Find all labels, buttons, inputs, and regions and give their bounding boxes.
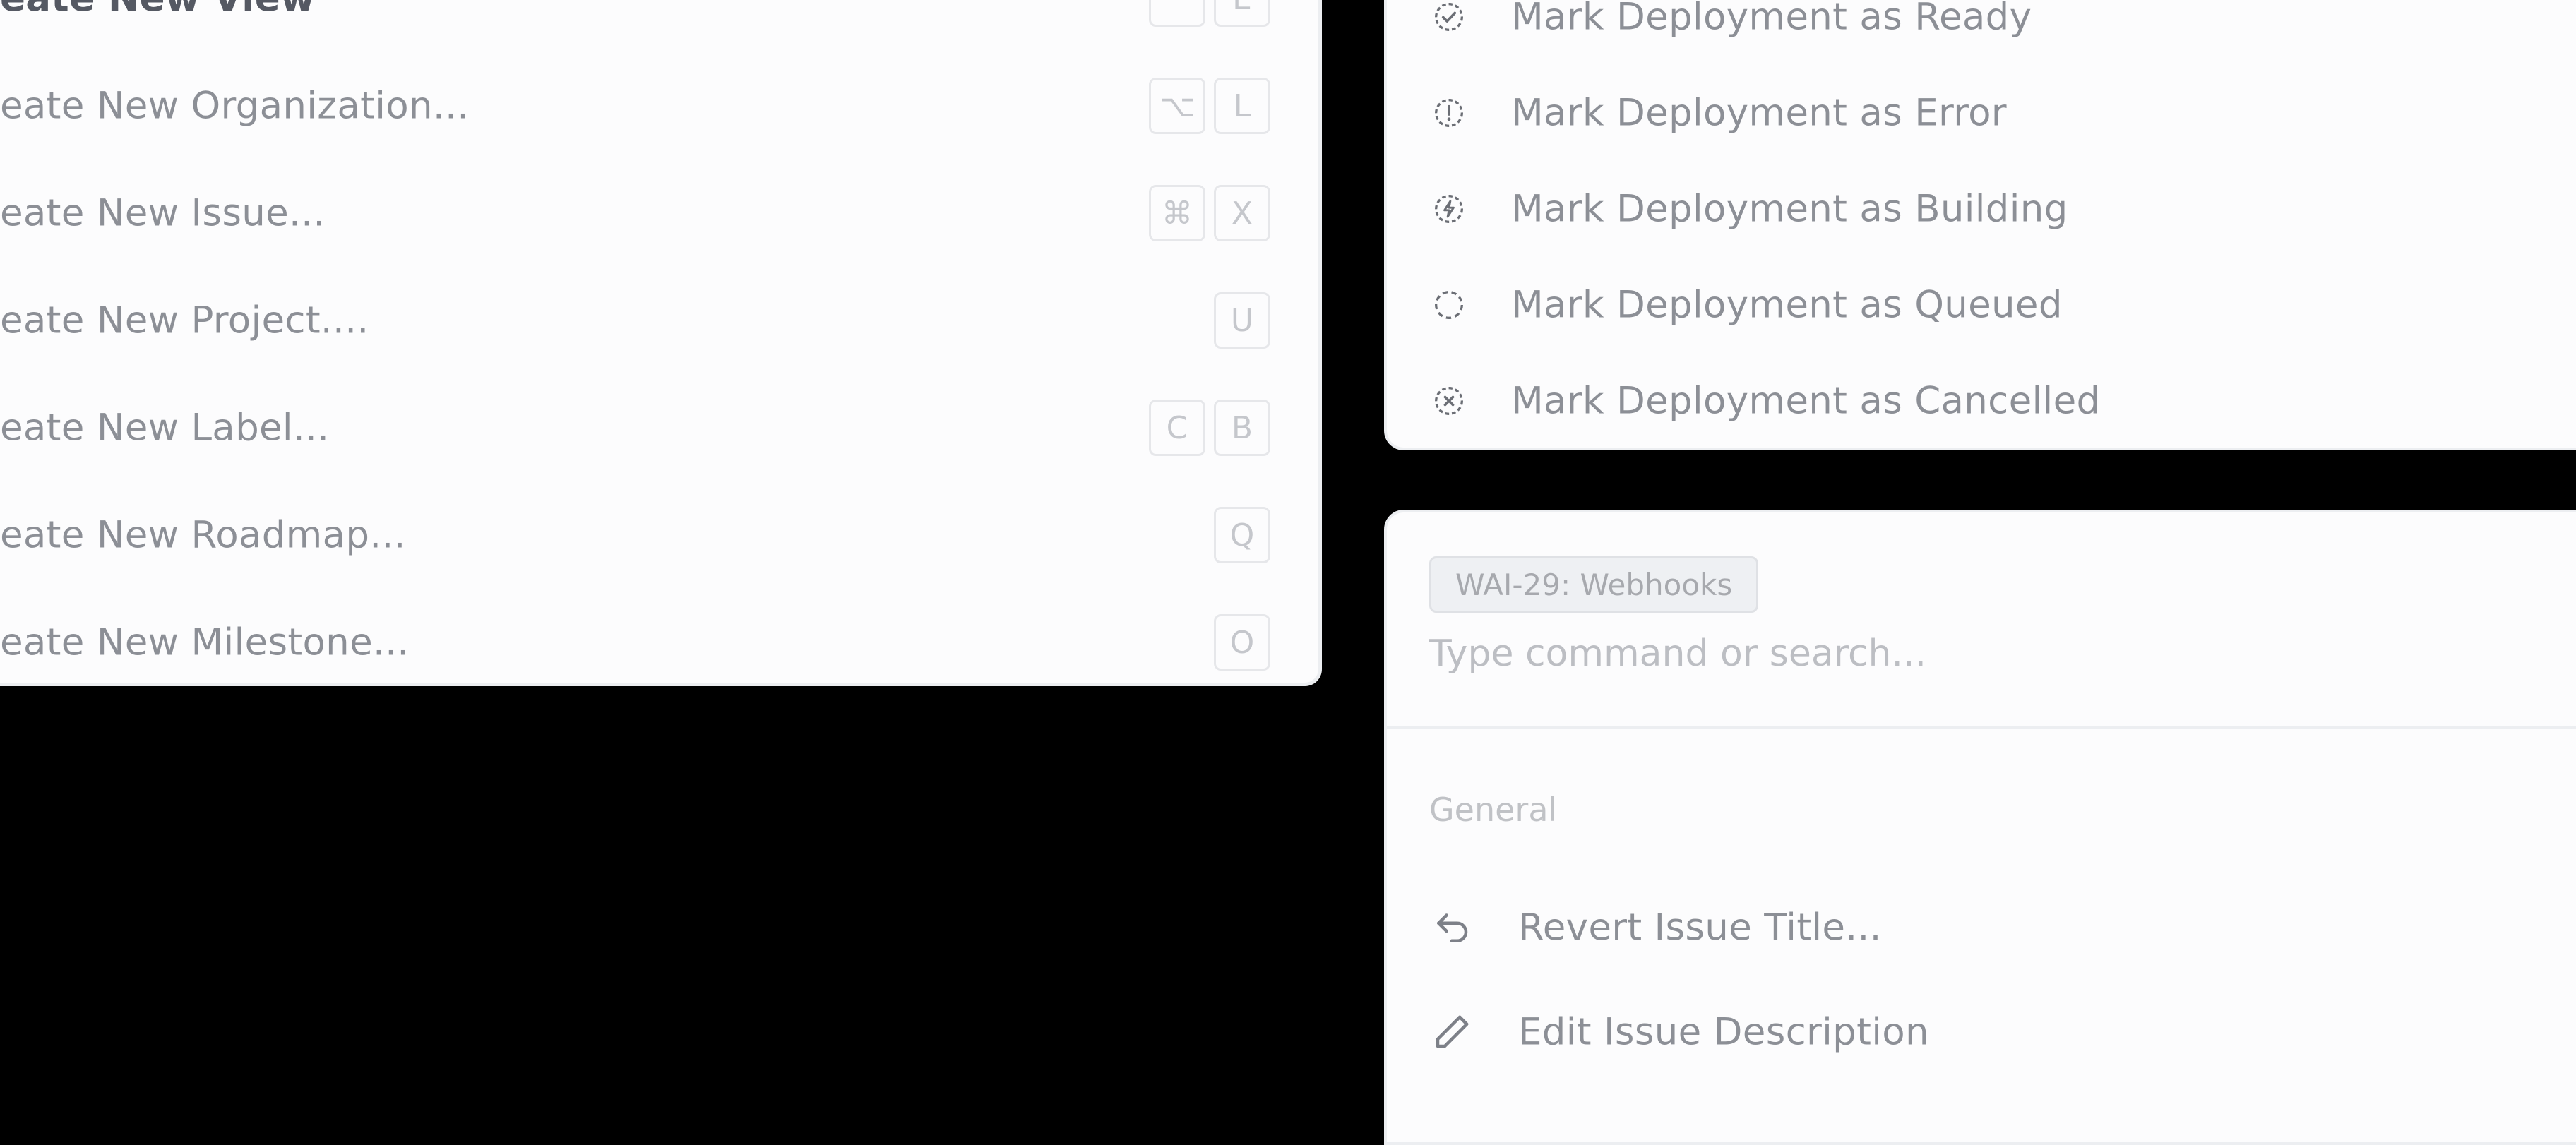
menu-item-label: eate New Issue... (0, 191, 326, 235)
shortcut-key: X (1214, 185, 1270, 241)
shortcut-key: ⌥ (1149, 78, 1205, 134)
shortcut-key: E (1214, 0, 1270, 27)
menu-item-label: Mark Deployment as Queued (1511, 283, 2063, 327)
command-search-input[interactable] (1429, 633, 2488, 675)
shortcut-key: L (1214, 78, 1270, 134)
shortcut-keys: U (1214, 292, 1270, 349)
shortcut-key: ⌘ (1149, 185, 1205, 241)
menu-item-label: Mark Deployment as Ready (1511, 0, 2032, 39)
menu-item-label: Revert Issue Title... (1518, 906, 1882, 949)
menu-item-label: Mark Deployment as Cancelled (1511, 379, 2101, 423)
shortcut-key: B (1214, 400, 1270, 456)
menu-item-label: eate New Milestone... (0, 621, 410, 664)
menu-item-mark-queued[interactable]: Mark Deployment as Queued (1387, 257, 2576, 353)
shortcut-keys: C B (1149, 400, 1270, 456)
shortcut-keys: E (1149, 0, 1270, 27)
check-circle-icon (1435, 3, 1463, 31)
menu-item-create-issue[interactable]: eate New Issue... ⌘ X (0, 160, 1318, 267)
menu-item-create-organization[interactable]: eate New Organization... ⌥ L (0, 52, 1318, 160)
shortcut-keys: Q (1214, 507, 1270, 563)
dashed-circle-icon (1435, 291, 1463, 319)
menu-item-label: Mark Deployment as Error (1511, 91, 2007, 135)
menu-item-mark-cancelled[interactable]: Mark Deployment as Cancelled (1387, 353, 2576, 449)
shortcut-keys: ⌥ L (1149, 78, 1270, 134)
menu-item-create-label[interactable]: eate New Label... C B (0, 374, 1318, 481)
divider (1387, 726, 2576, 729)
menu-item-label: eate New Project.... (0, 299, 369, 342)
menu-item-create-milestone[interactable]: eate New Milestone... O (0, 589, 1318, 696)
menu-item-label: eate New Roadmap... (0, 513, 406, 557)
command-palette: WAI-29: Webhooks General Revert Issue Ti… (1384, 510, 2576, 1145)
menu-item-mark-ready[interactable]: Mark Deployment as Ready (1387, 0, 2576, 65)
menu-item-label: Edit Issue Description (1518, 1010, 1929, 1054)
menu-item-create-view[interactable]: eate New View E (0, 0, 1318, 52)
menu-item-label: eate New View (0, 0, 315, 20)
section-label-general: General (1429, 791, 1558, 829)
menu-item-mark-error[interactable]: Mark Deployment as Error (1387, 65, 2576, 161)
shortcut-key: C (1149, 400, 1205, 456)
shortcut-keys: O (1214, 614, 1270, 671)
issue-tag[interactable]: WAI-29: Webhooks (1429, 556, 1759, 613)
menu-item-create-roadmap[interactable]: eate New Roadmap... Q (0, 481, 1318, 589)
create-menu-panel: eate New View E eate New Organization...… (0, 0, 1322, 686)
menu-item-mark-building[interactable]: Mark Deployment as Building (1387, 161, 2576, 257)
menu-item-label: eate New Organization... (0, 84, 470, 128)
shortcut-key: O (1214, 614, 1270, 671)
menu-item-create-project[interactable]: eate New Project.... U (0, 267, 1318, 374)
menu-item-edit-issue-description[interactable]: Edit Issue Description (1387, 980, 2576, 1084)
menu-item-label: Mark Deployment as Building (1511, 187, 2068, 231)
menu-item-label: eate New Label... (0, 406, 330, 450)
shortcut-key: U (1214, 292, 1270, 349)
shortcut-keys: ⌘ X (1149, 185, 1270, 241)
menu-item-revert-issue-title[interactable]: Revert Issue Title... (1387, 875, 2576, 980)
x-circle-icon (1435, 387, 1463, 415)
shortcut-key (1149, 0, 1205, 27)
pencil-icon (1436, 1015, 1469, 1048)
shortcut-key: Q (1214, 507, 1270, 563)
bolt-circle-icon (1435, 195, 1463, 223)
alert-circle-icon (1435, 99, 1463, 127)
undo-icon (1437, 913, 1468, 942)
deployment-menu-panel: Mark Deployment as Ready Mark Deployment… (1384, 0, 2576, 450)
